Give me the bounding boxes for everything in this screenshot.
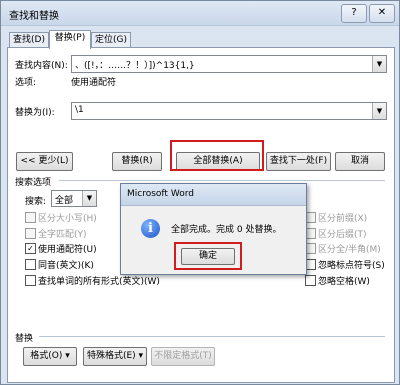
divider [59,180,385,181]
whole-word-label: 全字匹配(Y) [38,230,87,240]
dialog-title: 查找和替换 [9,11,59,22]
special-button[interactable]: 特殊格式(E) ▾ [83,347,147,366]
find-next-button[interactable]: 查找下一处(F) [266,152,331,171]
match-case-label: 区分大小写(H) [38,214,97,224]
all-word-forms-checkbox[interactable] [25,275,36,286]
message-box-title: Microsoft Word [127,189,194,199]
find-what-value: 、([!，：……？！）])^13{1,} [75,61,195,71]
divider [39,336,385,337]
message-text: 全部完成。完成 0 处替换。 [171,225,282,235]
width-label: 区分全/半角(M) [318,245,381,255]
search-options-header: 搜索选项 [15,178,52,188]
options-value: 使用通配符 [71,78,117,88]
search-label: 搜索: [25,197,47,207]
sounds-like-label: 同音(英文)(K) [38,261,94,271]
use-wildcards-label: 使用通配符(U) [38,245,97,255]
no-formatting-button[interactable]: 不限定格式(T) [151,347,215,366]
title-bar: 查找和替换 ? ✕ [1,1,399,26]
replace-label: 替换为(I): [15,108,55,118]
match-suffix-label: 区分后缀(T) [318,230,367,240]
highlight-box [174,242,242,270]
whole-word-checkbox[interactable] [25,228,36,239]
chevron-down-icon[interactable]: ▼ [82,191,96,206]
find-label: 查找内容(N): [15,61,68,71]
all-word-forms-label: 查找单词的所有形式(英文)(W) [38,277,160,287]
replace-with-input[interactable]: \1 ▼ [71,102,387,120]
help-button[interactable]: ? [341,4,367,23]
chevron-down-icon[interactable]: ▼ [372,56,386,72]
information-icon: i [141,219,160,238]
tab-goto[interactable]: 定位(G) [91,32,131,48]
ignore-space-label: 忽略空格(W) [318,277,370,287]
replace-section-header: 替换 [15,334,34,344]
ignore-punctuation-label: 忽略标点符号(S) [318,261,385,271]
ignore-space-checkbox[interactable] [305,275,316,286]
replace-with-value: \1 [75,105,84,115]
message-box: Microsoft Word i 全部完成。完成 0 处替换。 确定 [120,183,307,275]
close-button[interactable]: ✕ [369,4,395,23]
match-case-checkbox[interactable] [25,212,36,223]
highlight-box [170,140,264,171]
options-label: 选项: [15,78,37,88]
search-direction-select[interactable]: 全部 ▼ [51,190,97,207]
use-wildcards-checkbox[interactable]: ✓ [25,243,36,254]
less-button[interactable]: << 更少(L) [16,152,73,171]
message-box-title-bar: Microsoft Word [121,184,306,206]
search-direction-value: 全部 [55,196,74,206]
sounds-like-checkbox[interactable] [25,259,36,270]
match-prefix-label: 区分前缀(X) [318,214,368,224]
replace-button[interactable]: 替换(R) [112,152,162,171]
format-button[interactable]: 格式(O) ▾ [23,347,77,366]
chevron-down-icon[interactable]: ▼ [372,103,386,119]
find-what-input[interactable]: 、([!，：……？！）])^13{1,} ▼ [71,55,387,73]
tab-replace[interactable]: 替换(P) [49,30,91,49]
cancel-button[interactable]: 取消 [335,152,385,171]
tab-find[interactable]: 查找(D) [9,32,49,48]
